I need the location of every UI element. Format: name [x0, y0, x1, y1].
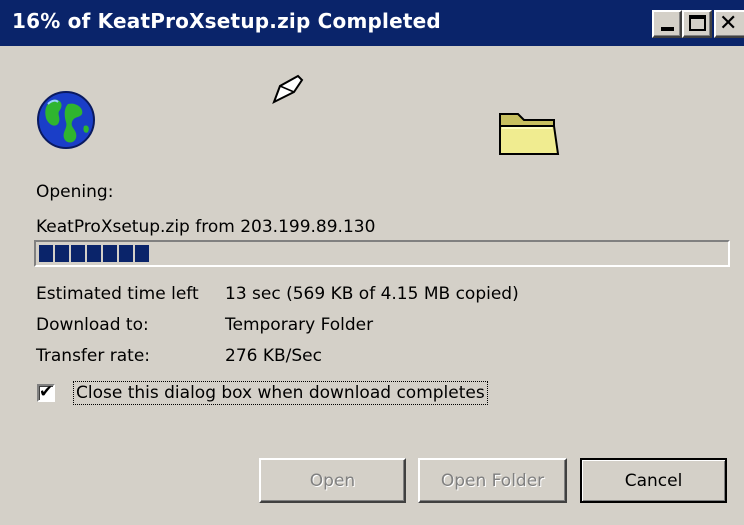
globe-icon	[37, 91, 95, 149]
close-button[interactable]: ✕	[714, 10, 744, 38]
progress-chunk	[119, 245, 133, 262]
progress-fill	[39, 245, 149, 262]
download-dialog: 16% of KeatProXsetup.zip Completed ✕ Ope…	[0, 0, 744, 525]
window-title: 16% of KeatProXsetup.zip Completed	[12, 9, 441, 33]
close-icon: ✕	[719, 11, 738, 36]
time-left-label: Estimated time left	[36, 284, 199, 304]
title-bar[interactable]: 16% of KeatProXsetup.zip Completed ✕	[0, 0, 744, 46]
progress-bar	[34, 240, 730, 267]
transfer-rate-label: Transfer rate:	[36, 346, 151, 366]
progress-chunk	[71, 245, 85, 262]
progress-chunk	[55, 245, 69, 262]
open-button[interactable]: Open	[259, 458, 406, 503]
close-on-complete-label[interactable]: Close this dialog box when download comp…	[73, 381, 488, 405]
download-to-value: Temporary Folder	[225, 315, 374, 335]
minimize-icon	[661, 27, 674, 31]
flying-paper-icon	[272, 74, 304, 105]
cancel-button[interactable]: Cancel	[580, 458, 727, 503]
progress-chunk	[87, 245, 101, 262]
close-on-complete-checkbox[interactable]: ✔	[37, 382, 55, 402]
maximize-button[interactable]	[682, 10, 712, 38]
cancel-button-label: Cancel	[624, 470, 683, 491]
maximize-icon	[689, 15, 706, 31]
time-left-value: 13 sec (569 KB of 4.15 MB copied)	[225, 284, 519, 304]
open-folder-button[interactable]: Open Folder	[418, 458, 567, 503]
folder-icon	[499, 113, 560, 155]
open-folder-button-label: Open Folder	[440, 470, 545, 491]
opening-label: Opening:	[36, 182, 114, 202]
source-line: KeatProXsetup.zip from 203.199.89.130	[36, 217, 376, 237]
progress-chunk	[103, 245, 117, 262]
minimize-button[interactable]	[652, 10, 682, 38]
download-to-label: Download to:	[36, 315, 149, 335]
progress-chunk	[39, 245, 53, 262]
open-button-label: Open	[309, 470, 356, 491]
progress-chunk	[135, 245, 149, 262]
checkmark-icon: ✔	[39, 382, 54, 402]
transfer-rate-value: 276 KB/Sec	[225, 346, 322, 366]
